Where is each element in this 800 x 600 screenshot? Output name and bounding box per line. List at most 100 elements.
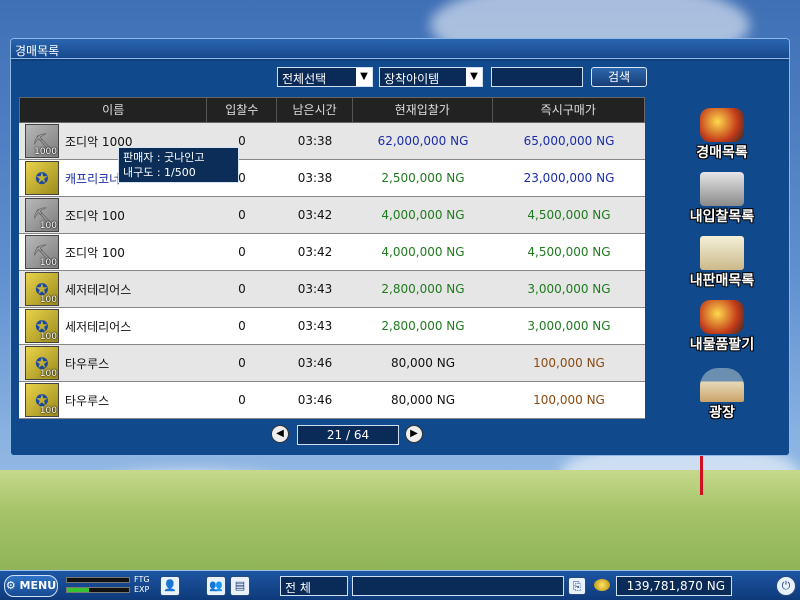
table-header: 이름 입찰수 남은시간 현재입찰가 즉시구매가 <box>19 97 645 123</box>
cell-buyout: 100,000 NG <box>533 393 605 407</box>
table-row[interactable]: ⛏ 1000 조디악 1000 0 03:38 62,000,000 NG 65,000,0… <box>19 123 645 160</box>
cell-time-left: 03:42 <box>297 208 333 222</box>
sagittarius-icon[interactable]: ✪ 100 <box>25 272 59 306</box>
subcategory-select-value: 장착아이템 <box>384 72 440 86</box>
item-name: 타우루스 <box>65 356 110 371</box>
plaza-icon <box>700 368 744 402</box>
capricornus-icon[interactable]: ✪ <box>25 161 59 195</box>
column-header-name[interactable]: 이름 <box>20 98 208 122</box>
cell-current-bid: 4,000,000 NG <box>381 208 465 222</box>
cell-time-left: 03:38 <box>297 134 333 148</box>
search-button[interactable]: 검색 <box>591 67 647 87</box>
table-row[interactable]: ✪ 100 타우루스 0 03:46 80,000 NG 100,000 NG <box>19 345 645 382</box>
sagittarius-icon[interactable]: ✪ 100 <box>25 309 59 343</box>
cell-time-left: 03:46 <box>297 393 333 407</box>
search-input[interactable] <box>491 67 583 87</box>
table-row[interactable]: ⛏ 100 조디악 100 0 03:42 4,000,000 NG 4,500,000 N… <box>19 197 645 234</box>
status-gauges: FTG EXP <box>66 575 152 597</box>
table-body: ⛏ 1000 조디악 1000 0 03:38 62,000,000 NG 65,000,0… <box>19 123 645 419</box>
inventory-icon[interactable]: ▤ <box>230 576 250 596</box>
cell-current-bid: 62,000,000 NG <box>377 134 469 148</box>
cell-buyout: 4,500,000 NG <box>527 208 611 222</box>
cell-bids: 0 <box>238 319 246 333</box>
menu-icon: ⚙ <box>5 579 16 592</box>
side-item-my-sales[interactable]: 내판매목록 <box>672 236 772 292</box>
window-titlebar[interactable]: 경매목록 <box>11 39 789 59</box>
item-quantity: 100 <box>39 332 57 342</box>
side-item-label: 내물품팔기 <box>689 337 755 353</box>
table-row[interactable]: ⛏ 100 조디악 100 0 03:42 4,000,000 NG 4,500,000 N… <box>19 234 645 271</box>
column-header-buyout[interactable]: 즉시구매가 <box>493 98 645 122</box>
table-row[interactable]: ✪ 100 세저테리어스 0 03:43 2,800,000 NG 3,000,000 NG <box>19 271 645 308</box>
item-tooltip: 판매자 : 굿나인고 내구도 : 1/500 <box>118 147 239 183</box>
chevron-down-icon[interactable]: ▼ <box>466 68 482 86</box>
chat-channel-select[interactable]: 전 체 <box>280 576 348 596</box>
next-page-button[interactable]: ▶ <box>405 425 423 443</box>
table-row[interactable]: ✪ 100 타우루스 0 03:46 80,000 NG 100,000 NG <box>19 382 645 419</box>
sell-item-icon <box>700 300 744 334</box>
item-name: 조디악 100 <box>65 245 125 260</box>
background-ground <box>0 470 800 570</box>
menu-button[interactable]: ⚙ MENU <box>4 575 58 597</box>
cell-name: ✪ 100 타우루스 <box>19 382 207 418</box>
column-header-current-bid[interactable]: 현재입찰가 <box>353 98 493 122</box>
exp-gauge-fill <box>67 588 89 592</box>
side-item-my-bids[interactable]: 내입찰목록 <box>672 172 772 228</box>
taskbar: ⚙ MENU FTG EXP 👤 👥 ▤ 전 체 ⎘ 139,781,870 N… <box>0 570 800 600</box>
cell-current-bid: 4,000,000 NG <box>381 245 465 259</box>
subcategory-select[interactable]: 장착아이템 ▼ <box>379 67 483 87</box>
side-item-sell-item[interactable]: 내물품팔기 <box>672 300 772 356</box>
tooltip-seller: 판매자 : 굿나인고 <box>123 151 205 164</box>
cell-time-left: 03:38 <box>297 171 333 185</box>
window-title: 경매목록 <box>15 44 60 58</box>
cell-bids: 0 <box>238 282 246 296</box>
column-header-bids[interactable]: 입찰수 <box>207 98 278 122</box>
item-name: 세저테리어스 <box>65 282 132 297</box>
auction-list-icon <box>700 108 744 142</box>
category-select-value: 전체선택 <box>282 72 327 86</box>
pickaxe-icon[interactable]: ⛏ 100 <box>25 198 59 232</box>
chat-send-icon[interactable]: ⎘ <box>568 577 586 595</box>
taurus-icon[interactable]: ✪ 100 <box>25 346 59 380</box>
table-row[interactable]: ✪ 100 세저테리어스 0 03:43 2,800,000 NG 3,000,000 NG <box>19 308 645 345</box>
cell-current-bid: 2,500,000 NG <box>381 171 465 185</box>
cell-bids: 0 <box>238 393 246 407</box>
item-quantity: 100 <box>39 369 57 379</box>
exit-icon[interactable]: ⏻ <box>776 576 796 596</box>
chevron-down-icon[interactable]: ▼ <box>356 68 372 86</box>
side-item-plaza[interactable]: 광장 <box>672 368 772 424</box>
side-item-auction-list[interactable]: 경매목록 <box>672 108 772 164</box>
item-glyph: ✪ <box>35 168 49 188</box>
side-item-label: 내판매목록 <box>689 273 755 289</box>
cell-time-left: 03:43 <box>297 319 333 333</box>
community-icon[interactable]: 👥 <box>206 576 226 596</box>
auction-table: 이름 입찰수 남은시간 현재입찰가 즉시구매가 ⛏ 1000 조디악 1000 0 03… <box>19 97 645 419</box>
cell-name: ✪ 100 타우루스 <box>19 345 207 381</box>
my-sales-icon <box>700 236 744 270</box>
pickaxe-icon[interactable]: ⛏ 1000 <box>25 124 59 158</box>
cell-name: ✪ 100 세저테리어스 <box>19 271 207 307</box>
cell-buyout: 3,000,000 NG <box>527 282 611 296</box>
cell-buyout: 23,000,000 NG <box>523 171 615 185</box>
ftg-label: FTG <box>134 575 150 584</box>
cell-name: ⛏ 100 조디악 100 <box>19 234 207 270</box>
table-row[interactable]: ✪ 캐프리코너스 0 03:38 2,500,000 NG 23,000,000 NG <box>19 160 645 197</box>
cell-name: ⛏ 100 조디악 100 <box>19 197 207 233</box>
side-item-label: 경매목록 <box>696 145 748 161</box>
background-pole <box>700 455 703 495</box>
cell-time-left: 03:43 <box>297 282 333 296</box>
ftg-gauge <box>66 577 130 583</box>
category-select[interactable]: 전체선택 ▼ <box>277 67 373 87</box>
menu-label: MENU <box>19 579 57 592</box>
taurus-icon[interactable]: ✪ 100 <box>25 383 59 417</box>
character-icon[interactable]: 👤 <box>160 576 180 596</box>
cell-buyout: 100,000 NG <box>533 356 605 370</box>
chat-input[interactable] <box>352 576 564 596</box>
cell-time-left: 03:46 <box>297 356 333 370</box>
cell-bids: 0 <box>238 356 246 370</box>
prev-page-button[interactable]: ◀ <box>271 425 289 443</box>
column-header-time-left[interactable]: 남은시간 <box>277 98 353 122</box>
tooltip-durability: 내구도 : 1/500 <box>123 166 196 179</box>
pickaxe-icon[interactable]: ⛏ 100 <box>25 235 59 269</box>
item-name: 조디악 100 <box>65 208 125 223</box>
